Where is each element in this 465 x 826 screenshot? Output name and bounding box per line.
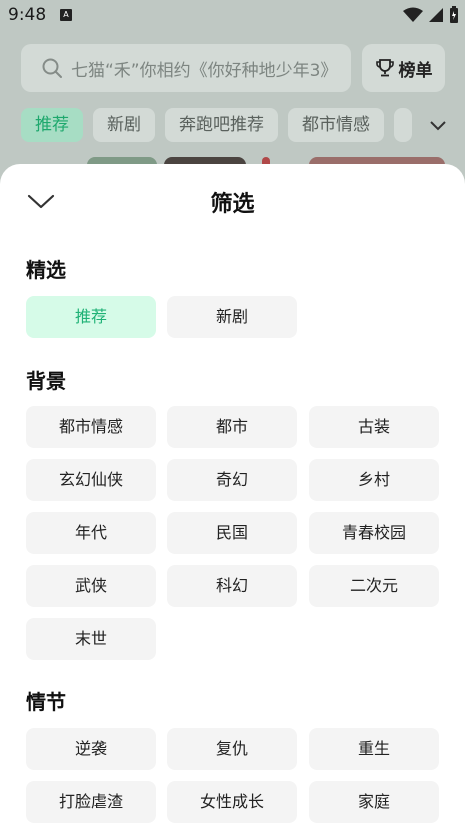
trophy-icon: [375, 59, 394, 77]
search-placeholder: 七猫“禾”你相约《你好种地少年3》: [71, 60, 338, 81]
section-title-plot: 情节: [26, 690, 66, 714]
option-background[interactable]: 乡村: [309, 459, 439, 501]
filter-sheet: 筛选 精选 推荐 新剧 背景 都市情感 都市 古装 玄幻仙侠 奇幻 乡村 年代 …: [0, 164, 465, 826]
category-tabs: 推荐 新剧 奔跑吧推荐 都市情感: [21, 108, 412, 144]
option-background[interactable]: 都市情感: [26, 406, 156, 448]
option-plot[interactable]: 家庭: [309, 781, 439, 823]
option-plot[interactable]: 打脸虐渣: [26, 781, 156, 823]
battery-icon: [450, 6, 458, 23]
option-background[interactable]: 年代: [26, 512, 156, 554]
status-time: 9:48: [8, 5, 47, 25]
wifi-icon: [403, 7, 423, 22]
rank-button[interactable]: 榜单: [362, 44, 445, 92]
option-recommend[interactable]: 推荐: [26, 296, 156, 338]
option-background[interactable]: 末世: [26, 618, 156, 660]
status-icons: [403, 6, 459, 24]
option-plot[interactable]: 逆袭: [26, 728, 156, 770]
section-title-selected: 精选: [26, 258, 66, 282]
option-plot[interactable]: 女性成长: [167, 781, 297, 823]
sheet-title: 筛选: [210, 192, 255, 217]
tab-new[interactable]: 新剧: [93, 108, 155, 142]
option-background[interactable]: 二次元: [309, 565, 439, 607]
notification-icon: A: [60, 9, 72, 21]
rank-label: 榜单: [398, 60, 433, 81]
option-plot[interactable]: 重生: [309, 728, 439, 770]
tab-recommend[interactable]: 推荐: [21, 108, 83, 142]
option-new[interactable]: 新剧: [167, 296, 297, 338]
option-background[interactable]: 都市: [167, 406, 297, 448]
search-icon: [42, 58, 62, 78]
option-background[interactable]: 武侠: [26, 565, 156, 607]
status-bar: 9:48 A: [0, 0, 465, 32]
tab-running-man[interactable]: 奔跑吧推荐: [165, 108, 278, 142]
option-background[interactable]: 玄幻仙侠: [26, 459, 156, 501]
option-background[interactable]: 民国: [167, 512, 297, 554]
expand-tabs-button[interactable]: [414, 108, 462, 144]
tab-partial[interactable]: [394, 108, 412, 142]
option-background[interactable]: 青春校园: [309, 512, 439, 554]
option-background[interactable]: 科幻: [167, 565, 297, 607]
option-plot[interactable]: 复仇: [167, 728, 297, 770]
option-background[interactable]: 奇幻: [167, 459, 297, 501]
chevron-down-icon: [430, 121, 446, 131]
signal-icon: [429, 8, 443, 22]
search-bar[interactable]: 七猫“禾”你相约《你好种地少年3》: [21, 44, 351, 92]
section-title-background: 背景: [26, 369, 66, 393]
tab-urban-romance[interactable]: 都市情感: [288, 108, 384, 142]
option-background[interactable]: 古装: [309, 406, 439, 448]
